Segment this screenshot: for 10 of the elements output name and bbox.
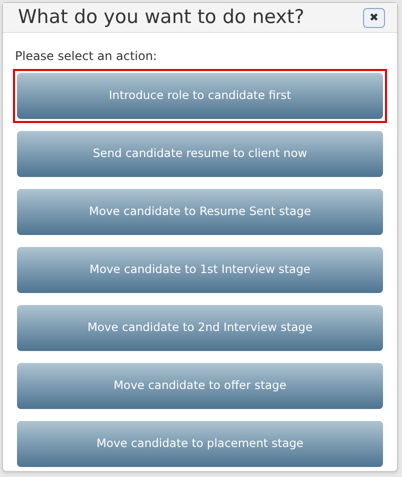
prompt-text: Please select an action: (15, 48, 158, 65)
action-button[interactable]: Move candidate to 2nd Interview stage (17, 305, 383, 351)
action-button[interactable]: Move candidate to offer stage (17, 363, 383, 409)
action-button[interactable]: Send candidate resume to client now (17, 131, 383, 177)
action-button[interactable]: Move candidate to 1st Interview stage (17, 247, 383, 293)
action-button[interactable]: Move candidate to Resume Sent stage (17, 189, 383, 235)
action-button[interactable]: Introduce role to candidate first (17, 73, 383, 119)
action-button[interactable]: Move candidate to placement stage (17, 421, 383, 467)
dialog-title: What do you want to do next? (18, 5, 304, 30)
close-button[interactable]: ✖ (363, 8, 385, 28)
